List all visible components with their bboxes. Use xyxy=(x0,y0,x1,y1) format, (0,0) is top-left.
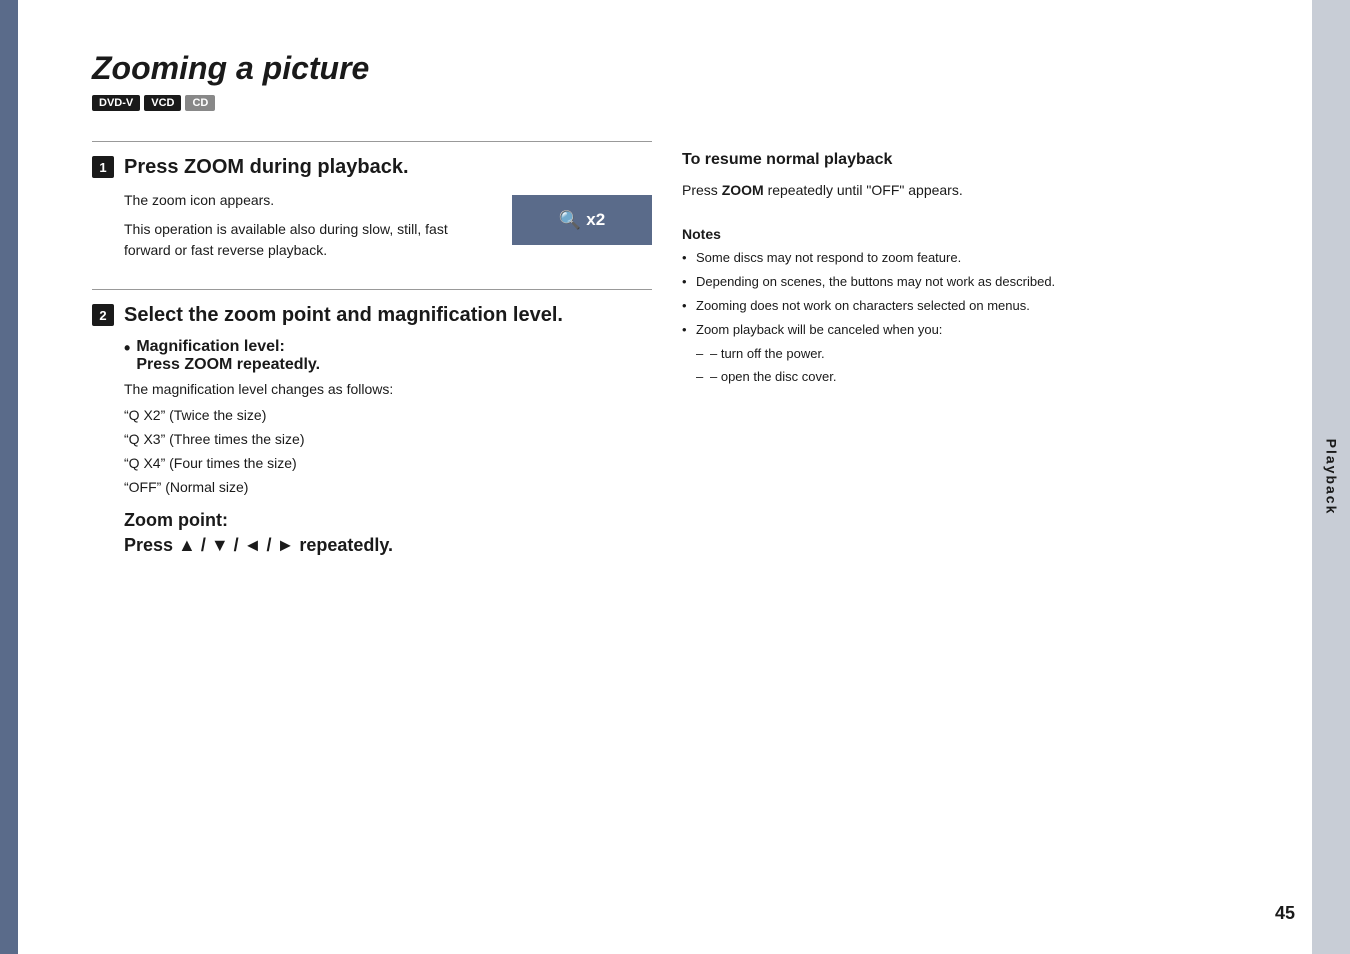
page-title: Zooming a picture xyxy=(92,50,1290,87)
step-1-content: The zoom icon appears. This operation is… xyxy=(124,190,652,269)
format-badges: DVD-V VCD CD xyxy=(92,95,1290,111)
zoom-icon-box: 🔍 x2 xyxy=(512,195,652,245)
notes-list: Some discs may not respond to zoom featu… xyxy=(682,248,1242,388)
step-2-content: • Magnification level: Press ZOOM repeat… xyxy=(124,338,652,556)
level-x2: “Q X2” (Twice the size) xyxy=(124,405,652,426)
right-column: To resume normal playback Press ZOOM rep… xyxy=(682,141,1242,576)
step-2-header: 2 Select the zoom point and magnificatio… xyxy=(92,302,652,328)
step-1-number: 1 xyxy=(92,156,114,178)
step-2-number: 2 xyxy=(92,304,114,326)
right-sidebar: Playback xyxy=(1312,0,1350,954)
zoom-icon-desc: The zoom icon appears. xyxy=(124,190,497,211)
zoom-point-title: Zoom point: xyxy=(124,510,652,531)
sidebar-label: Playback xyxy=(1323,439,1339,516)
note-sub-2: – open the disc cover. xyxy=(682,367,1242,388)
badge-dvdv: DVD-V xyxy=(92,95,140,111)
notes-section: Notes Some discs may not respond to zoom… xyxy=(682,226,1242,388)
note-sub-1: – turn off the power. xyxy=(682,344,1242,365)
note-4: Zoom playback will be canceled when you: xyxy=(682,320,1242,341)
notes-title: Notes xyxy=(682,226,1242,242)
page-number: 45 xyxy=(1275,903,1295,924)
magnification-changes-desc: The magnification level changes as follo… xyxy=(124,378,652,400)
zoom-point-desc: Press ▲ / ▼ / ◄ / ► repeatedly. xyxy=(124,535,652,556)
resume-title: To resume normal playback xyxy=(682,151,1242,169)
bullet-dot-icon: • xyxy=(124,338,130,360)
left-accent-bar xyxy=(0,0,18,954)
zoom-magnify-icon: 🔍 xyxy=(559,210,581,231)
magnification-label-text: Magnification level: Press ZOOM repeated… xyxy=(136,338,320,374)
main-content: Zooming a picture DVD-V VCD CD 1 Press Z… xyxy=(92,30,1290,576)
step-1-text: The zoom icon appears. This operation is… xyxy=(124,190,497,269)
note-3: Zooming does not work on characters sele… xyxy=(682,296,1242,317)
step-1-title: Press ZOOM during playback. xyxy=(124,154,409,180)
level-x3: “Q X3” (Three times the size) xyxy=(124,429,652,450)
step-2-section: 2 Select the zoom point and magnificatio… xyxy=(92,289,652,556)
level-x4: “Q X4” (Four times the size) xyxy=(124,453,652,474)
resume-desc: Press ZOOM repeatedly until "OFF" appear… xyxy=(682,179,1242,201)
page-container: Playback 45 Zooming a picture DVD-V VCD … xyxy=(0,0,1350,954)
badge-vcd: VCD xyxy=(144,95,181,111)
step-2-title: Select the zoom point and magnification … xyxy=(124,302,563,328)
note-1: Some discs may not respond to zoom featu… xyxy=(682,248,1242,269)
step-1-section: 1 Press ZOOM during playback. The zoom i… xyxy=(92,141,652,269)
note-2: Depending on scenes, the buttons may not… xyxy=(682,272,1242,293)
zoom-icon-display: 🔍 x2 xyxy=(559,210,605,231)
magnification-title: • Magnification level: Press ZOOM repeat… xyxy=(124,338,652,374)
magnification-section: • Magnification level: Press ZOOM repeat… xyxy=(124,338,652,498)
step-1-header: 1 Press ZOOM during playback. xyxy=(92,154,652,180)
left-column: 1 Press ZOOM during playback. The zoom i… xyxy=(92,141,652,576)
zoom-availability-desc: This operation is available also during … xyxy=(124,219,497,261)
zoom-level-label: x2 xyxy=(586,210,605,230)
level-off: “OFF” (Normal size) xyxy=(124,477,652,498)
two-column-layout: 1 Press ZOOM during playback. The zoom i… xyxy=(92,141,1290,576)
badge-cd: CD xyxy=(185,95,215,111)
